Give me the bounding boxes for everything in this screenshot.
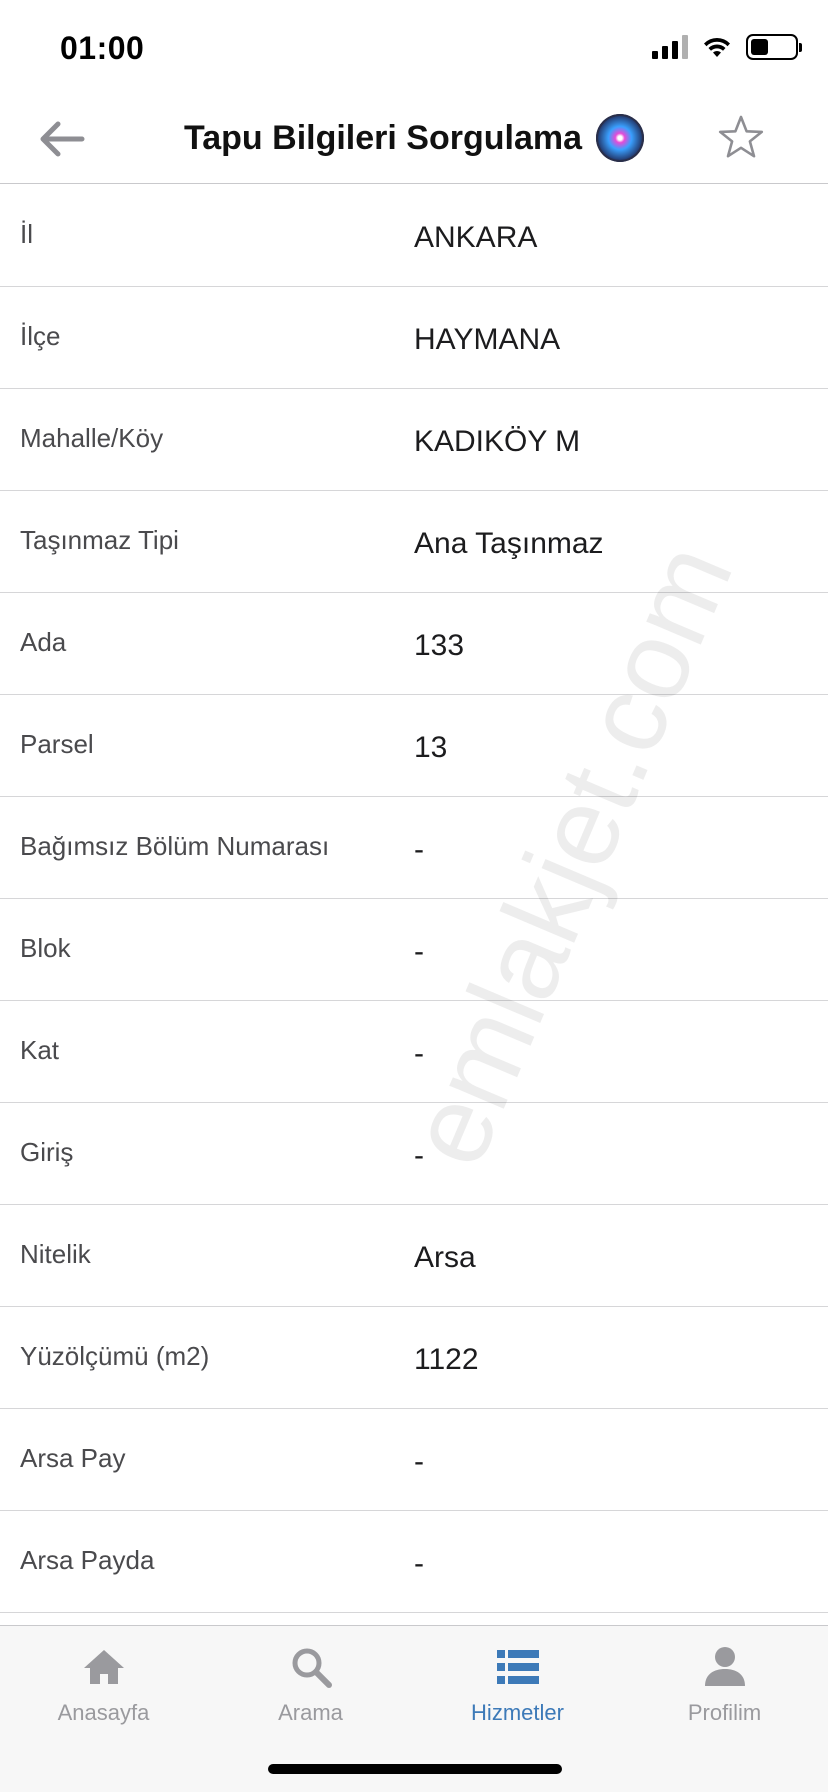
tab-arama[interactable]: Arama: [207, 1626, 414, 1736]
row-label: Arsa Payda: [20, 1545, 155, 1575]
row-label: İlçe: [20, 321, 61, 351]
list-icon: [496, 1650, 539, 1684]
row-label: Bağımsız Bölüm Numarası: [20, 831, 330, 861]
tab-anasayfa[interactable]: Anasayfa: [0, 1626, 207, 1736]
row-kat: Kat -: [0, 1001, 828, 1103]
row-tasinmaz-tipi: Taşınmaz Tipi Ana Taşınmaz: [0, 491, 828, 593]
row-label: Ada: [20, 627, 67, 657]
person-icon: [704, 1647, 745, 1686]
row-label: Parsel: [20, 729, 94, 759]
row-label: Arsa Pay: [20, 1443, 126, 1473]
status-bar: 01:00: [0, 0, 828, 96]
row-value: HAYMANA: [414, 323, 561, 356]
row-mahalle: Mahalle/Köy KADIKÖY M: [0, 389, 828, 491]
page-title: Tapu Bilgileri Sorgulama: [184, 118, 582, 157]
favorite-button[interactable]: [716, 112, 766, 162]
row-yuzolcumu: Yüzölçümü (m2) 1122: [0, 1307, 828, 1409]
tab-bar: Anasayfa Arama Hizmetler Profilim: [0, 1625, 828, 1792]
row-value: -: [414, 1037, 424, 1070]
tab-profilim[interactable]: Profilim: [621, 1626, 828, 1736]
row-ada: Ada 133: [0, 593, 828, 695]
row-ilce: İlçe HAYMANA: [0, 287, 828, 389]
star-outline-icon: [718, 115, 764, 158]
row-label: Kat: [20, 1035, 60, 1065]
title-group: Tapu Bilgileri Sorgulama: [0, 114, 828, 162]
row-value: -: [414, 1445, 424, 1478]
row-parsel: Parsel 13: [0, 695, 828, 797]
row-value: -: [414, 935, 424, 968]
tab-label: Anasayfa: [57, 1700, 150, 1725]
row-value: -: [414, 1139, 424, 1172]
status-time: 01:00: [60, 30, 145, 66]
row-value: ANKARA: [414, 221, 538, 254]
status-icons: [652, 34, 802, 60]
row-giris: Giriş -: [0, 1103, 828, 1205]
home-indicator[interactable]: [268, 1764, 562, 1774]
deed-info-list: İl ANKARA İlçe HAYMANA Mahalle/Köy KADIK…: [0, 185, 828, 1613]
row-label: Yüzölçümü (m2): [20, 1341, 210, 1371]
siri-icon[interactable]: [596, 114, 644, 162]
row-value: -: [414, 833, 424, 866]
row-value: Ana Taşınmaz: [414, 527, 604, 560]
tab-label: Arama: [278, 1700, 343, 1725]
row-arsa-payda: Arsa Payda -: [0, 1511, 828, 1613]
row-il: İl ANKARA: [0, 185, 828, 287]
tab-label: Profilim: [687, 1700, 762, 1725]
navigation-bar: Tapu Bilgileri Sorgulama: [0, 96, 828, 184]
signal-icon: [652, 35, 688, 59]
row-bagimsiz-bolum: Bağımsız Bölüm Numarası -: [0, 797, 828, 899]
row-nitelik: Nitelik Arsa: [0, 1205, 828, 1307]
row-value: Arsa: [414, 1241, 476, 1274]
row-blok: Blok -: [0, 899, 828, 1001]
battery-icon: [746, 34, 802, 60]
tab-hizmetler[interactable]: Hizmetler: [414, 1626, 621, 1736]
row-label: İl: [20, 219, 33, 249]
row-label: Blok: [20, 933, 71, 963]
row-value: -: [414, 1547, 424, 1580]
tab-label: Hizmetler: [471, 1700, 564, 1725]
row-arsa-pay: Arsa Pay -: [0, 1409, 828, 1511]
row-label: Taşınmaz Tipi: [20, 525, 179, 555]
row-value: 13: [414, 731, 448, 764]
home-icon: [83, 1650, 124, 1684]
row-label: Giriş: [20, 1137, 74, 1167]
wifi-icon: [704, 37, 730, 57]
search-icon: [292, 1648, 332, 1688]
row-value: 133: [414, 629, 465, 662]
row-label: Mahalle/Köy: [20, 423, 164, 453]
row-value: 1122: [414, 1343, 479, 1376]
row-value: KADIKÖY M: [414, 425, 581, 458]
row-label: Nitelik: [20, 1239, 91, 1269]
